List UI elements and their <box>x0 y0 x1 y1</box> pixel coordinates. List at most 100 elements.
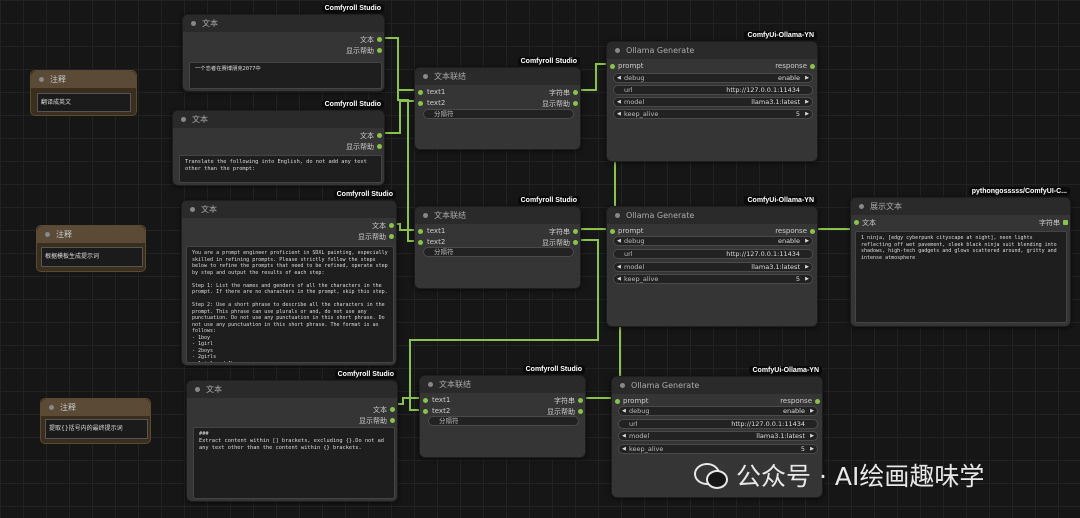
note-header[interactable]: 注释 <box>31 71 136 88</box>
input-port[interactable] <box>418 101 423 106</box>
keep-alive-stepper[interactable]: ◀ keep_alive 5 ▶ <box>613 109 813 119</box>
model-select[interactable]: ◀ model llama3.1:latest ▶ <box>613 97 813 107</box>
url-field[interactable]: url http://127.0.0.1:11434 <box>613 249 813 259</box>
note-text[interactable]: 根据模板生成提示词 <box>41 247 143 267</box>
text-input[interactable]: You are a prompt engineer proficient in … <box>186 246 394 363</box>
collapse-dot-icon[interactable] <box>39 77 44 82</box>
input-port[interactable] <box>610 64 615 69</box>
arrow-left-icon[interactable]: ◀ <box>622 445 626 453</box>
output-port[interactable] <box>573 240 578 245</box>
show-text-node[interactable]: pythongosssss/ComfyUI-C... 展示文本 文本 字符串 1… <box>850 187 1071 327</box>
debug-toggle[interactable]: ◀ debug enable ▶ <box>613 236 813 246</box>
input-port[interactable] <box>418 90 423 95</box>
arrow-left-icon[interactable]: ◀ <box>622 432 626 440</box>
input-port[interactable] <box>854 220 859 225</box>
arrow-left-icon[interactable]: ◀ <box>617 237 621 245</box>
separator-field[interactable]: 分隔符 <box>423 109 574 119</box>
note-text[interactable]: 提取{}括号内的最终提示词 <box>45 419 148 439</box>
text-node[interactable]: Comfyroll Studio 文本 文本 显示帮助 Translate th… <box>172 100 385 186</box>
node-header[interactable]: Ollama Generate <box>607 207 817 224</box>
node-header[interactable]: 文本 <box>183 15 384 32</box>
concat-node[interactable]: Comfyroll Studio 文本联结 text1 字符串 text2 显示… <box>414 57 581 150</box>
output-port[interactable] <box>815 399 820 404</box>
output-text[interactable]: 1 ninja, [edgy cyberpunk cityscape at ni… <box>855 231 1067 323</box>
input-port[interactable] <box>423 409 428 414</box>
output-port[interactable] <box>573 90 578 95</box>
input-port[interactable] <box>610 229 615 234</box>
text-input[interactable]: ### Extract content within [] brackets, … <box>193 427 395 499</box>
ollama-node[interactable]: ComfyUi-Ollama-YN Ollama Generate prompt… <box>606 31 818 162</box>
note-header[interactable]: 注释 <box>37 226 145 243</box>
arrow-right-icon[interactable]: ▶ <box>805 237 809 245</box>
arrow-right-icon[interactable]: ▶ <box>805 98 809 106</box>
output-port[interactable] <box>573 101 578 106</box>
arrow-right-icon[interactable]: ▶ <box>805 275 809 283</box>
arrow-right-icon[interactable]: ▶ <box>810 407 814 415</box>
model-select[interactable]: ◀ model llama3.1:latest ▶ <box>613 262 813 272</box>
collapse-dot-icon[interactable] <box>181 117 186 122</box>
arrow-right-icon[interactable]: ▶ <box>805 263 809 271</box>
text-node[interactable]: Comfyroll Studio 文本 文本 显示帮助 一个恋者在赛博朋克207… <box>182 4 385 92</box>
input-port[interactable] <box>615 399 620 404</box>
debug-toggle[interactable]: ◀ debug enable ▶ <box>613 73 813 83</box>
concat-node[interactable]: Comfyroll Studio 文本联结 text1 字符串 text2 显示… <box>414 196 581 289</box>
collapse-dot-icon[interactable] <box>45 232 50 237</box>
node-header[interactable]: 文本 <box>173 111 384 128</box>
note-node[interactable]: 注释 翻译成英文 <box>30 70 137 116</box>
text-input[interactable]: 一个恋者在赛博朋克2077中 <box>189 62 382 89</box>
arrow-left-icon[interactable]: ◀ <box>617 98 621 106</box>
input-port[interactable] <box>423 398 428 403</box>
node-header[interactable]: Ollama Generate <box>612 377 822 394</box>
text-node[interactable]: Comfyroll Studio 文本 文本 显示帮助 ### Extract … <box>186 370 398 502</box>
collapse-dot-icon[interactable] <box>423 213 428 218</box>
note-text[interactable]: 翻译成英文 <box>37 93 131 112</box>
note-node[interactable]: 注释 根据模板生成提示词 <box>36 225 146 272</box>
output-port[interactable] <box>377 48 382 53</box>
arrow-left-icon[interactable]: ◀ <box>617 275 621 283</box>
url-field[interactable]: url http://127.0.0.1:11434 <box>618 419 818 429</box>
model-select[interactable]: ◀ model llama3.1:latest ▶ <box>618 431 818 441</box>
output-port[interactable] <box>389 223 394 228</box>
output-port[interactable] <box>810 64 815 69</box>
output-port[interactable] <box>810 229 815 234</box>
arrow-right-icon[interactable]: ▶ <box>805 74 809 82</box>
text-input[interactable]: Translate the following into English, do… <box>179 155 382 183</box>
node-header[interactable]: 展示文本 <box>851 198 1070 215</box>
collapse-dot-icon[interactable] <box>49 405 54 410</box>
collapse-dot-icon[interactable] <box>423 74 428 79</box>
text-node[interactable]: Comfyroll Studio 文本 文本 显示帮助 You are a pr… <box>181 190 397 366</box>
arrow-left-icon[interactable]: ◀ <box>622 407 626 415</box>
ollama-node[interactable]: ComfyUi-Ollama-YN Ollama Generate prompt… <box>606 196 818 327</box>
output-port[interactable] <box>377 133 382 138</box>
node-header[interactable]: 文本联结 <box>420 376 585 393</box>
separator-field[interactable]: 分隔符 <box>428 416 579 426</box>
url-field[interactable]: url http://127.0.0.1:11434 <box>613 85 813 95</box>
output-port[interactable] <box>390 418 395 423</box>
arrow-right-icon[interactable]: ▶ <box>810 445 814 453</box>
note-header[interactable]: 注释 <box>41 399 150 416</box>
note-node[interactable]: 注释 提取{}括号内的最终提示词 <box>40 398 151 444</box>
collapse-dot-icon[interactable] <box>190 207 195 212</box>
output-port[interactable] <box>390 407 395 412</box>
output-port[interactable] <box>377 144 382 149</box>
arrow-left-icon[interactable]: ◀ <box>617 110 621 118</box>
keep-alive-stepper[interactable]: ◀ keep_alive 5 ▶ <box>613 274 813 284</box>
collapse-dot-icon[interactable] <box>615 213 620 218</box>
arrow-left-icon[interactable]: ◀ <box>617 263 621 271</box>
node-header[interactable]: Ollama Generate <box>607 42 817 59</box>
separator-field[interactable]: 分隔符 <box>423 247 574 257</box>
collapse-dot-icon[interactable] <box>191 21 196 26</box>
concat-node[interactable]: Comfyroll Studio 文本联结 text1 字符串 text2 显示… <box>419 365 586 458</box>
collapse-dot-icon[interactable] <box>615 48 620 53</box>
arrow-right-icon[interactable]: ▶ <box>810 432 814 440</box>
output-port[interactable] <box>578 409 583 414</box>
node-header[interactable]: 文本联结 <box>415 207 580 224</box>
arrow-left-icon[interactable]: ◀ <box>617 74 621 82</box>
debug-toggle[interactable]: ◀ debug enable ▶ <box>618 406 818 416</box>
node-header[interactable]: 文本 <box>182 201 396 218</box>
arrow-right-icon[interactable]: ▶ <box>805 110 809 118</box>
output-port[interactable] <box>573 229 578 234</box>
input-port[interactable] <box>418 229 423 234</box>
input-port[interactable] <box>418 240 423 245</box>
collapse-dot-icon[interactable] <box>620 383 625 388</box>
